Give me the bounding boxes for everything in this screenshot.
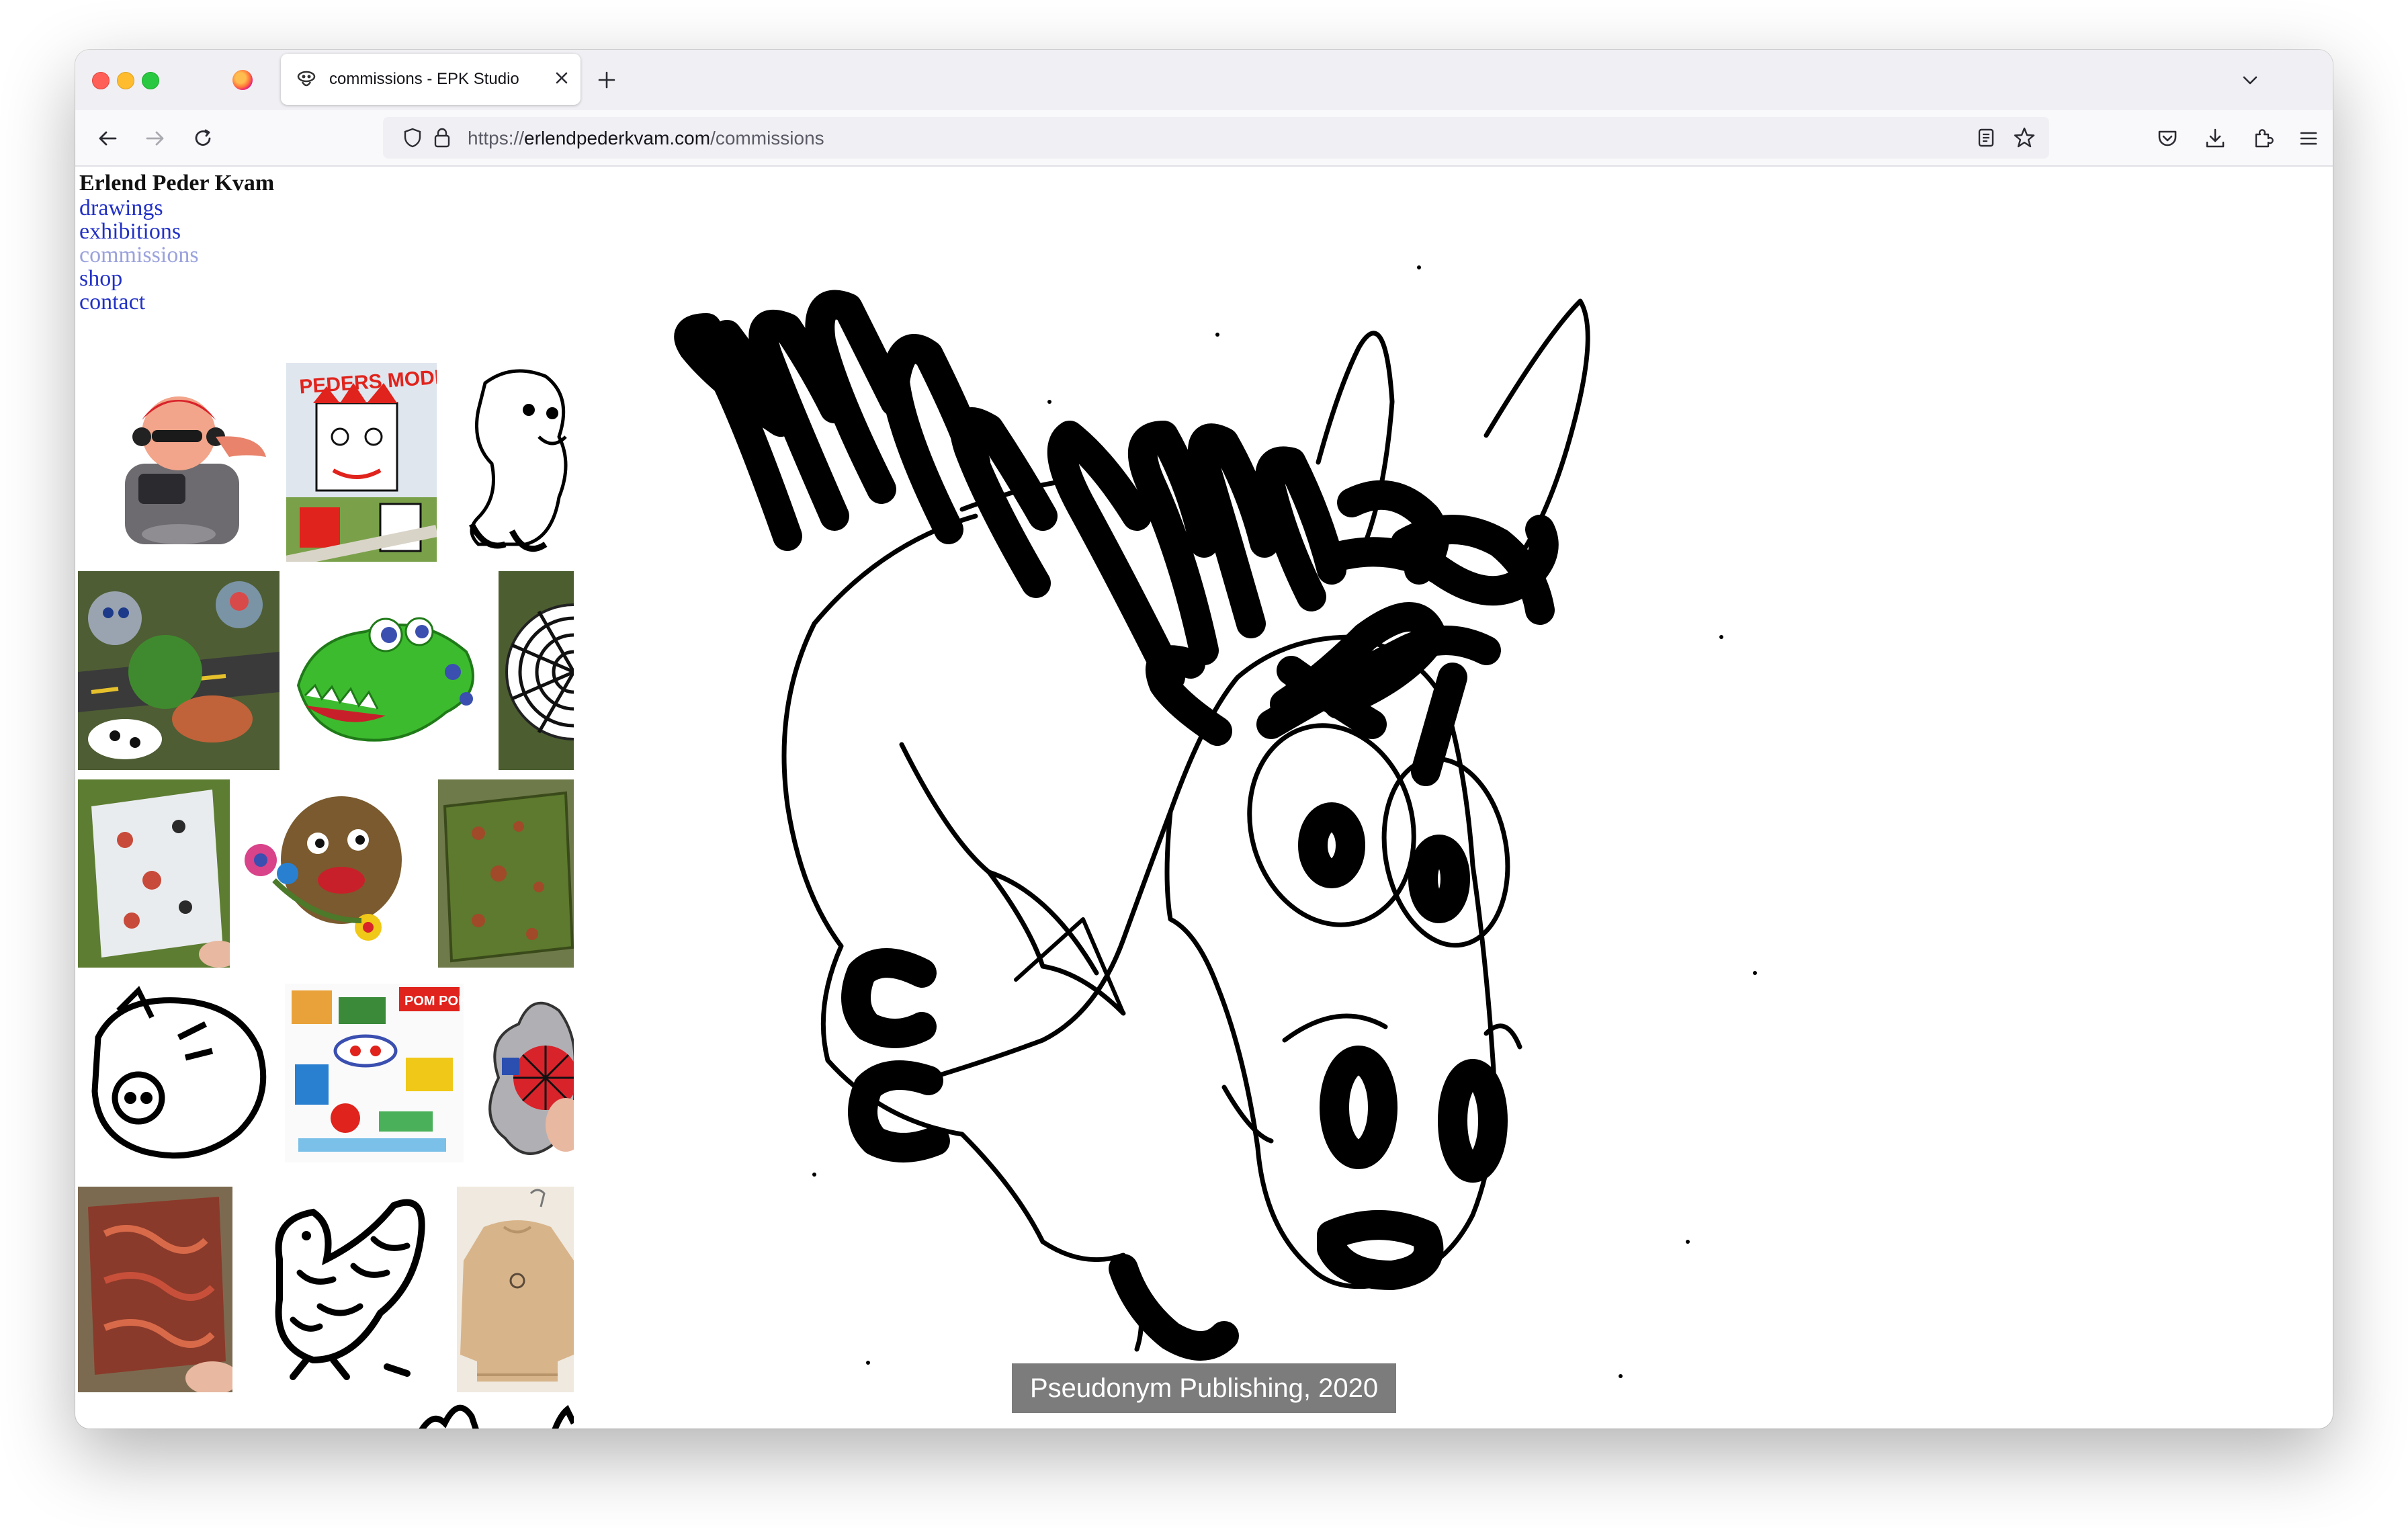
url-text[interactable]: https://erlendpederkvam.com/commissions (468, 128, 824, 149)
bookmark-star-icon[interactable] (2013, 126, 2036, 149)
thumbnail-bird-drawing[interactable] (253, 1179, 439, 1383)
peders-mode-poster-image: PEDERS MODE (286, 363, 437, 562)
flower-face-image (245, 796, 402, 941)
site-title[interactable]: Erlend Peder Kvam (79, 171, 274, 196)
thumbnail-figurine[interactable] (78, 363, 280, 564)
downloads-icon[interactable] (2203, 126, 2227, 151)
reload-icon[interactable] (191, 126, 215, 151)
address-bar[interactable]: https://erlendpederkvam.com/commissions (383, 117, 2049, 159)
svg-text:POM POKO: POM POKO (404, 994, 464, 1009)
app-menu-hamburger-icon[interactable] (2296, 126, 2321, 151)
browser-window: commissions - EPK Studio https://erlendp… (75, 50, 2333, 1429)
extensions-puzzle-icon[interactable] (2251, 126, 2275, 151)
nav-link-exhibitions[interactable]: exhibitions (79, 220, 199, 243)
epk-favicon-icon (297, 71, 316, 87)
pig-drawing-image (91, 986, 267, 1159)
new-tab-icon[interactable] (595, 69, 618, 91)
url-path: /commissions (710, 128, 824, 148)
nav-link-commissions[interactable]: commissions (79, 243, 199, 267)
green-tray-image (438, 779, 574, 968)
tab-title: commissions - EPK Studio (329, 70, 519, 88)
minimize-window-button[interactable] (117, 72, 134, 89)
list-all-tabs-chevron-icon[interactable] (2240, 70, 2260, 90)
painted-tile-image (78, 779, 230, 968)
lock-icon[interactable] (431, 126, 453, 149)
thumbnail-spiderweb-plate[interactable] (499, 571, 574, 770)
tab-commissions[interactable]: commissions - EPK Studio (281, 54, 580, 105)
thumbnail-red-painted-box[interactable] (78, 1187, 232, 1392)
thumbnail-flower-face[interactable] (234, 779, 418, 968)
url-scheme: https:// (468, 128, 525, 148)
reader-view-icon[interactable] (1975, 127, 1997, 148)
thumbnail-pom-poko-collage[interactable]: POM POKO (285, 984, 464, 1162)
nav-link-contact[interactable]: contact (79, 290, 199, 314)
close-tab-icon[interactable] (552, 69, 571, 87)
spiderweb-plate-image (499, 571, 574, 770)
thumbnail-gallery: PEDERS MODE POM POK (75, 167, 574, 1429)
green-crocodile-image (296, 617, 474, 742)
figurine-image (125, 396, 266, 544)
thumbnail-sweatshirt[interactable] (457, 1187, 574, 1392)
pom-poko-collage-image: POM POKO (285, 984, 464, 1162)
thumbnail-spider-hand[interactable] (478, 984, 574, 1172)
firefox-view-icon[interactable] (232, 70, 253, 90)
navigation-toolbar: https://erlendpederkvam.com/commissions (75, 110, 2333, 167)
url-host: erlendpederkvam.com (524, 128, 711, 148)
image-caption: Pseudonym Publishing, 2020 (1012, 1363, 1396, 1413)
close-window-button[interactable] (92, 72, 110, 89)
tab-strip: commissions - EPK Studio (75, 50, 2333, 110)
thumbnail-dog-drawing[interactable] (458, 363, 574, 564)
nav-link-drawings[interactable]: drawings (79, 196, 199, 220)
site-nav: drawings exhibitions commissions shop co… (79, 196, 199, 314)
pocket-icon[interactable] (2155, 126, 2180, 151)
thumbnail-green-crocodile[interactable] (285, 571, 489, 770)
forward-arrow-icon[interactable] (143, 126, 167, 151)
partial-drawing-image (419, 1404, 574, 1429)
nav-link-shop[interactable]: shop (79, 267, 199, 290)
thumbnail-pig-drawing[interactable] (78, 984, 280, 1172)
thumbnail-painted-tile[interactable] (78, 779, 230, 968)
tracking-protection-shield-icon[interactable] (402, 127, 423, 148)
thumbnail-painted-stones[interactable] (78, 571, 280, 770)
zoom-window-button[interactable] (142, 72, 159, 89)
spider-hand-image (488, 1001, 574, 1155)
thumbnail-peders-mode-poster[interactable]: PEDERS MODE (286, 363, 437, 562)
back-arrow-icon[interactable] (95, 126, 120, 151)
featured-donkey-drawing[interactable] (613, 167, 1956, 1429)
dog-drawing-image (468, 369, 568, 552)
painted-stones-image (78, 571, 280, 770)
page-content: PEDERS MODE POM POK Erlend Peder Kvam dr… (75, 167, 2333, 1429)
sweatshirt-image (457, 1187, 574, 1392)
thumbnail-partial-drawing[interactable] (391, 1396, 574, 1429)
bird-drawing-image (275, 1199, 425, 1380)
red-painted-box-image (78, 1187, 232, 1392)
thumbnail-green-tray[interactable] (438, 779, 574, 968)
